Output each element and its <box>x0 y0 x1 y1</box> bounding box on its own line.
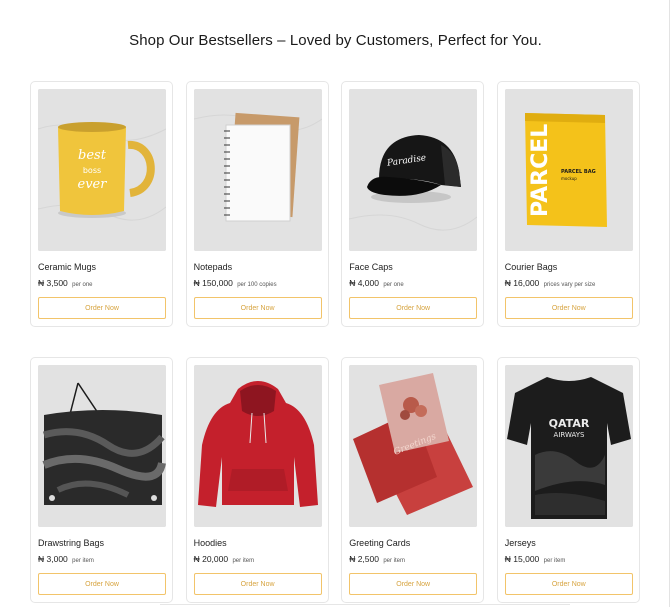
product-name: Notepads <box>193 262 233 272</box>
courier-small-text-2: mockup <box>561 176 577 181</box>
product-price-line: ₦ 150,000 per 100 copies <box>194 278 321 288</box>
price-note: per 100 copies <box>237 282 277 288</box>
product-name: Jerseys <box>504 538 536 548</box>
product-name: Drawstring Bags <box>38 538 105 548</box>
product-name: Hoodies <box>193 538 227 548</box>
cap-image[interactable]: Paradise <box>349 89 478 251</box>
product-card-notepads: Notepads ₦ 150,000 per 100 copies Order … <box>185 81 329 327</box>
mug-text-1: best <box>78 148 107 163</box>
price-note: per item <box>72 558 94 564</box>
product-card-greeting-cards: Greetings Greeting Cards ₦ 2,500 per ite… <box>341 357 485 603</box>
mug-image[interactable]: best boss ever <box>38 89 166 251</box>
price-note: per item <box>543 558 566 564</box>
product-grid: best boss ever Ceramic Mugs ₦ 3,500 per … <box>30 81 641 603</box>
price-note: per item <box>383 558 406 564</box>
jersey-text-1: QATAR <box>548 417 589 430</box>
product-name: Courier Bags <box>504 262 558 272</box>
product-price-line: ₦ 2,500 per item <box>349 554 476 564</box>
order-now-button[interactable]: Order Now <box>349 573 478 595</box>
order-now-button[interactable]: Order Now <box>38 297 166 319</box>
product-price-line: ₦ 20,000 per item <box>194 554 321 564</box>
product-price: ₦ 3,000 <box>38 554 68 564</box>
product-price: ₦ 2,500 <box>349 554 379 564</box>
product-card-face-caps: Paradise Face Caps ₦ 4,000 per one Order… <box>341 81 485 327</box>
product-price-line: ₦ 3,500 per one <box>38 278 165 288</box>
order-now-button[interactable]: Order Now <box>38 573 166 595</box>
mug-text-3: ever <box>78 177 108 192</box>
order-now-button[interactable]: Order Now <box>504 297 633 319</box>
courier-bag-image[interactable]: PARCEL PARCEL BAG mockup <box>504 89 633 251</box>
order-now-button[interactable]: Order Now <box>504 573 633 595</box>
price-note: per item <box>232 558 255 564</box>
price-note: per one <box>72 282 93 288</box>
product-price: ₦ 3,500 <box>38 278 68 288</box>
page-right-border <box>669 0 670 607</box>
product-name: Face Caps <box>349 262 393 272</box>
product-price: ₦ 20,000 <box>193 554 229 564</box>
product-card-ceramic-mugs: best boss ever Ceramic Mugs ₦ 3,500 per … <box>30 81 173 327</box>
product-price: ₦ 4,000 <box>349 278 379 288</box>
mug-text-2: boss <box>83 166 101 175</box>
price-note: prices vary per size <box>543 282 596 288</box>
product-card-jerseys: QATAR AIRWAYS Jerseys ₦ 15,000 per item … <box>496 357 640 603</box>
product-price-line: ₦ 3,000 per item <box>38 554 165 564</box>
product-card-drawstring-bags: Drawstring Bags ₦ 3,000 per item Order N… <box>30 357 173 603</box>
jersey-text-2: AIRWAYS <box>553 431 584 439</box>
order-now-button[interactable]: Order Now <box>193 573 322 595</box>
product-price: ₦ 150,000 <box>193 278 233 288</box>
order-now-button[interactable]: Order Now <box>349 297 478 319</box>
product-name: Greeting Cards <box>349 538 411 548</box>
courier-big-text: PARCEL <box>528 124 553 217</box>
section-heading: Shop Our Bestsellers – Loved by Customer… <box>129 32 542 49</box>
drawstring-bag-image[interactable] <box>38 365 166 527</box>
jersey-image[interactable]: QATAR AIRWAYS <box>504 365 633 527</box>
product-card-hoodies: Hoodies ₦ 20,000 per item Order Now <box>185 357 329 603</box>
notepad-image[interactable] <box>193 89 322 251</box>
product-card-courier-bags: PARCEL PARCEL BAG mockup Courier Bags ₦ … <box>496 81 640 327</box>
product-price-line: ₦ 4,000 per one <box>349 278 476 288</box>
product-name: Ceramic Mugs <box>38 262 97 272</box>
product-price-line: ₦ 15,000 per item <box>505 554 632 564</box>
product-price: ₦ 15,000 <box>504 554 540 564</box>
order-now-button[interactable]: Order Now <box>193 297 322 319</box>
product-price-line: ₦ 16,000 prices vary per size <box>505 278 632 288</box>
product-price: ₦ 16,000 <box>504 278 540 288</box>
courier-small-text-1: PARCEL BAG <box>561 169 596 175</box>
greeting-card-image[interactable]: Greetings <box>349 365 478 527</box>
hoodie-image[interactable] <box>193 365 322 527</box>
price-note: per one <box>383 282 404 288</box>
